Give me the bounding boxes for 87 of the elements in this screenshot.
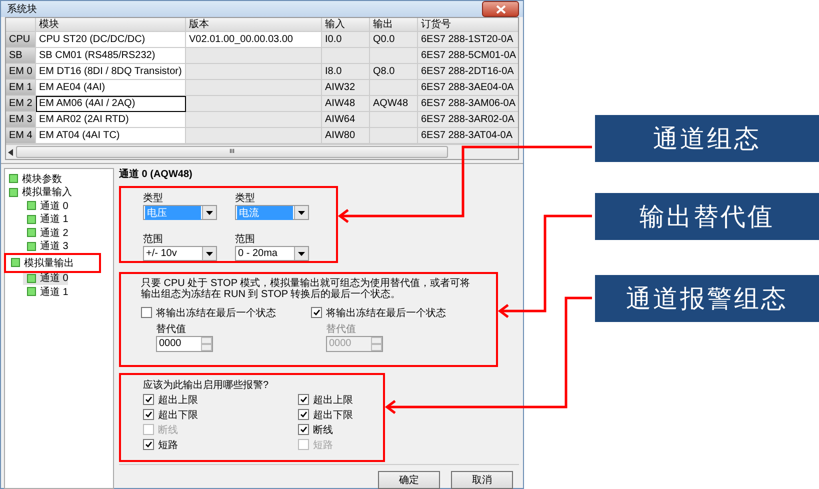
table-cell[interactable]: EM AR02 (2AI RTD) (36, 112, 186, 128)
row-header[interactable]: EM 2 (6, 96, 36, 112)
table-cell: I0.0 (322, 32, 370, 48)
checkmark-icon (300, 411, 307, 418)
alarm-checkbox[interactable]: 超出下限 (143, 407, 213, 422)
table-cell: Q0.0 (370, 32, 418, 48)
tree-item[interactable]: 模块参数 (5, 172, 62, 186)
callout-label: 通道组态 (595, 115, 819, 162)
table-cell: 6ES7 288-3AR02-0A (418, 112, 518, 128)
close-button[interactable] (482, 1, 519, 17)
tree-item[interactable]: 通道 2 (23, 226, 68, 240)
table-cell[interactable]: EM AT04 (4AI TC) (36, 128, 186, 144)
table-cell[interactable]: EM DT16 (8DI / 8DQ Transistor) (36, 64, 186, 80)
table-cell: AIW32 (322, 80, 370, 96)
description-text: 只要 CPU 处于 STOP 模式，模拟量输出就可组态为使用替代值，或者可将输出组态为冻结在 RUN 到 STOP 转换后的最后一个状态。 (141, 278, 472, 300)
dropdown-arrow-icon (298, 252, 305, 256)
table-cell: Q8.0 (370, 64, 418, 80)
alarm-checkbox[interactable]: 超出上限 (143, 392, 213, 407)
callout-label: 输出替代值 (595, 193, 819, 240)
tree-item[interactable]: 模拟量输入 (5, 186, 72, 199)
column-header[interactable]: 模块 (36, 18, 186, 32)
type-label: 类型 (143, 193, 163, 205)
row-header[interactable]: SB (6, 48, 36, 64)
table-cell: AIW48 (322, 96, 370, 112)
table-cell: 6ES7 288-2DT16-0A (418, 64, 518, 80)
channel-heading: 通道 0 (AQW48) (119, 168, 194, 182)
checkmark-icon (300, 426, 307, 433)
table-cell (370, 112, 418, 128)
row-header[interactable]: EM 0 (6, 64, 36, 80)
table-cell: 6ES7 288-3AM06-0A (418, 96, 518, 112)
table-cell: 6ES7 288-3AE04-0A (418, 80, 518, 96)
range-dropdown[interactable]: +/- 10v (143, 246, 217, 261)
row-header[interactable]: EM 3 (6, 112, 36, 128)
tree-item[interactable]: 通道 1 (23, 285, 68, 298)
table-cell[interactable]: EM AM06 (4AI / 2AQ) (36, 96, 186, 112)
type-label: 类型 (235, 193, 255, 205)
column-header[interactable]: 输出 (370, 18, 418, 32)
module-icon (11, 258, 20, 268)
range-label: 范围 (143, 234, 163, 246)
alarm-checkbox[interactable]: 超出上限 (298, 392, 368, 407)
row-header[interactable]: EM 4 (6, 128, 36, 144)
checkmark-icon (145, 441, 152, 448)
scroll-left-icon[interactable] (8, 148, 13, 156)
table-corner (6, 18, 36, 32)
table-cell: AIW64 (322, 112, 370, 128)
checkmark-icon (300, 396, 307, 403)
tree-item[interactable]: 通道 0 (23, 199, 68, 212)
table-cell[interactable]: SB CM01 (RS485/RS232) (36, 48, 186, 64)
ok-button[interactable]: 确定 (378, 471, 440, 489)
tree-item[interactable]: 通道 3 (23, 240, 68, 253)
substitute-value-label: 替代值 (326, 324, 357, 336)
callout-label: 通道报警组态 (595, 275, 819, 322)
freeze-checkbox[interactable]: 将输出冻结在最后一个状态 (141, 305, 305, 320)
table-cell (370, 80, 418, 96)
alarm-checkbox[interactable]: 超出下限 (298, 407, 368, 422)
table-cell[interactable]: CPU ST20 (DC/DC/DC) (36, 32, 186, 48)
tree-item[interactable]: 通道 1 (23, 212, 68, 226)
table-cell: AQW48 (370, 96, 418, 112)
substitute-value-label: 替代值 (156, 324, 187, 336)
table-cell: I8.0 (322, 64, 370, 80)
range-label: 范围 (235, 234, 255, 246)
table-cell (370, 48, 418, 64)
window-title: 系统块 (7, 2, 37, 16)
table-cell: 6ES7 288-5CM01-0A (418, 48, 518, 64)
alarm-question: 应该为此输出启用哪些报警? (143, 378, 270, 392)
cancel-button[interactable]: 取消 (451, 471, 513, 489)
checkmark-icon (145, 396, 152, 403)
table-cell: 6ES7 288-1ST20-0A (418, 32, 518, 48)
checkmark-icon (313, 309, 320, 316)
alarm-checkbox[interactable]: 断线 (298, 422, 368, 437)
range-dropdown[interactable]: 0 - 20ma (235, 246, 309, 261)
table-cell: V02.01.00_00.00.03.00 (186, 32, 322, 48)
table-cell[interactable]: EM AE04 (4AI) (36, 80, 186, 96)
substitute-value-spinner[interactable]: 0000 (156, 336, 213, 352)
row-header[interactable]: EM 1 (6, 80, 36, 96)
tree-item[interactable]: 模拟量输出 (7, 256, 98, 270)
column-header[interactable]: 版本 (186, 18, 322, 32)
close-icon (496, 4, 506, 14)
checkmark-icon (145, 411, 152, 418)
table-cell (322, 48, 370, 64)
row-header[interactable]: CPU (6, 32, 36, 48)
alarm-checkbox[interactable]: 短路 (143, 437, 213, 452)
column-header[interactable]: 输入 (322, 18, 370, 32)
dropdown-arrow-icon (206, 210, 213, 214)
dropdown-arrow-icon (298, 210, 305, 214)
column-header[interactable]: 订货号 (418, 18, 518, 32)
dropdown-arrow-icon (206, 252, 213, 256)
